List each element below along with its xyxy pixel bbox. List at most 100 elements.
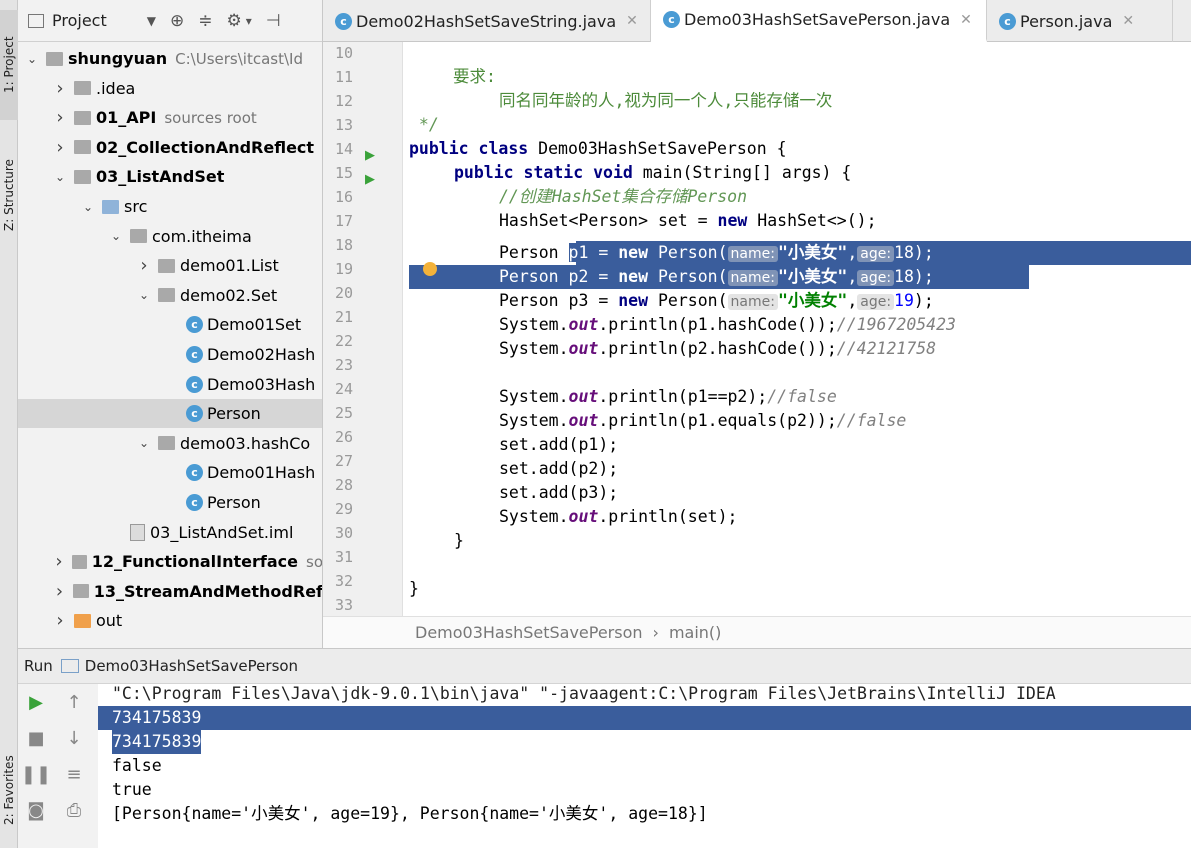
close-icon[interactable]: ✕ bbox=[626, 13, 638, 29]
dump-threads-icon[interactable]: ◙ bbox=[24, 798, 48, 822]
static-field: out bbox=[568, 315, 599, 334]
print-icon[interactable]: ⎙ bbox=[62, 798, 86, 822]
favorites-tool-tab[interactable]: 2: Favorites bbox=[0, 740, 18, 840]
keyword: new bbox=[717, 211, 748, 230]
line-number: 19 bbox=[334, 260, 353, 278]
tree-item[interactable]: ⌄ demo02.Set bbox=[18, 281, 322, 310]
sync-icon[interactable]: ⊕ bbox=[170, 11, 184, 31]
code-text: System. bbox=[499, 411, 569, 430]
soft-wrap-icon[interactable]: ≡ bbox=[62, 762, 86, 786]
tree-item[interactable]: › 02_CollectionAndReflect bbox=[18, 133, 322, 162]
chevron-right-icon[interactable]: › bbox=[52, 551, 66, 572]
run-class-icon[interactable]: ▶ bbox=[365, 148, 375, 163]
folder-icon bbox=[74, 81, 91, 96]
tree-item[interactable]: › 13_StreamAndMethodRef bbox=[18, 577, 323, 606]
chevron-right-icon[interactable]: › bbox=[52, 610, 68, 631]
up-arrow-icon[interactable]: ↑ bbox=[62, 690, 86, 714]
doc-comment: 要求: bbox=[453, 67, 496, 86]
tab-demo03[interactable]: c Demo03HashSetSavePerson.java ✕ bbox=[651, 0, 987, 42]
chevron-down-icon[interactable]: ⌄ bbox=[136, 288, 152, 302]
tree-item[interactable]: ⌄ demo03.hashCo bbox=[18, 429, 322, 458]
folder-icon bbox=[72, 584, 89, 599]
tree-item-label: Demo01Hash bbox=[207, 463, 316, 483]
breadcrumb-method[interactable]: main() bbox=[669, 623, 721, 642]
tree-item[interactable]: ⌄ shungyuan C:\Users\itcast\Id bbox=[18, 44, 322, 73]
breadcrumb: Demo03HashSetSavePerson › main() bbox=[323, 616, 1191, 648]
chevron-right-icon[interactable]: › bbox=[52, 78, 68, 99]
chevron-down-icon[interactable]: ⌄ bbox=[24, 52, 40, 66]
tree-item[interactable]: › 12_FunctionalInterface so bbox=[18, 547, 322, 576]
line-number: 33 bbox=[334, 596, 353, 614]
pause-icon[interactable]: ❚❚ bbox=[21, 762, 51, 786]
tree-item-path: C:\Users\itcast\Id bbox=[175, 49, 303, 68]
run-label[interactable]: Run bbox=[24, 657, 53, 675]
tab-demo02[interactable]: c Demo02HashSetSaveString.java ✕ bbox=[323, 0, 651, 42]
chevron-down-icon[interactable]: ⌄ bbox=[136, 436, 152, 450]
run-main-icon[interactable]: ▶ bbox=[365, 172, 375, 187]
chevron-down-icon[interactable]: ⌄ bbox=[108, 229, 124, 243]
tree-item[interactable]: c Person bbox=[18, 488, 322, 517]
run-config-name[interactable]: Demo03HashSetSavePerson bbox=[85, 657, 298, 675]
code-text: ); bbox=[913, 267, 934, 286]
chevron-right-icon[interactable]: › bbox=[52, 581, 67, 602]
console-selection bbox=[98, 706, 1191, 730]
source-folder-icon bbox=[102, 199, 119, 214]
tree-item[interactable]: › .idea bbox=[18, 74, 322, 103]
tree-item-label: 03_ListAndSet bbox=[96, 167, 225, 187]
chevron-right-icon[interactable]: › bbox=[136, 255, 152, 276]
tree-item[interactable]: › demo01.List bbox=[18, 251, 322, 280]
down-arrow-icon[interactable]: ↓ bbox=[62, 726, 86, 750]
project-view-icon bbox=[28, 13, 44, 28]
console-line: 734175839 bbox=[112, 730, 202, 754]
code-editor[interactable]: 10 11 12 13 14 15 16 17 18 19 20 21 22 23 24 25 26 27 28 29… bbox=[323, 42, 1191, 616]
chevron-down-icon[interactable]: ⌄ bbox=[80, 200, 96, 214]
tree-item[interactable]: c Demo01Set bbox=[18, 310, 322, 339]
structure-tool-tab[interactable]: Z: Structure bbox=[0, 135, 18, 255]
gear-icon[interactable]: ⚙ bbox=[226, 11, 241, 31]
close-icon[interactable]: ✕ bbox=[1122, 13, 1134, 29]
hide-panel-icon[interactable]: ⊣ bbox=[266, 11, 281, 31]
rerun-icon[interactable]: ▶ bbox=[24, 690, 48, 714]
tree-item[interactable]: 03_ListAndSet.iml bbox=[18, 518, 322, 547]
line-number: 17 bbox=[334, 212, 353, 230]
tree-item[interactable]: c Demo02Hash bbox=[18, 340, 322, 369]
tree-item-label: shungyuan bbox=[68, 49, 168, 68]
folder-icon bbox=[71, 554, 87, 569]
doc-comment: 同名同年龄的人,视为同一个人,只能存储一次 bbox=[499, 91, 833, 110]
breadcrumb-class[interactable]: Demo03HashSetSavePerson bbox=[415, 623, 643, 642]
lightbulb-icon[interactable] bbox=[423, 262, 437, 276]
tree-item[interactable]: ⌄ 03_ListAndSet bbox=[18, 162, 322, 191]
folder-icon bbox=[130, 229, 147, 244]
tree-item[interactable]: › out bbox=[18, 606, 322, 635]
console-line: "C:\Program Files\Java\jdk-9.0.1\bin\jav… bbox=[112, 684, 1056, 703]
collapse-icon[interactable]: ≑ bbox=[198, 11, 212, 31]
tab-person[interactable]: c Person.java ✕ bbox=[987, 0, 1173, 42]
tree-item[interactable]: ⌄ src bbox=[18, 192, 322, 221]
project-tool-tab[interactable]: 1: Project bbox=[0, 10, 18, 120]
stop-icon[interactable]: ■ bbox=[24, 726, 48, 750]
close-icon[interactable]: ✕ bbox=[960, 12, 972, 28]
dropdown-arrow-icon[interactable]: ▼ bbox=[147, 14, 156, 28]
tree-item-label: 13_StreamAndMethodRef bbox=[93, 581, 323, 601]
tree-item[interactable]: c Demo03Hash bbox=[18, 370, 322, 399]
tab-label: Demo02HashSetSaveString.java bbox=[356, 11, 617, 31]
tree-item-path: sources root bbox=[164, 108, 257, 127]
tree-item-label: 02_CollectionAndReflect bbox=[96, 137, 315, 157]
code-text: Person( bbox=[648, 291, 728, 310]
folder-icon bbox=[74, 110, 91, 125]
console-line: [Person{name='小美女', age=19}, Person{name… bbox=[112, 804, 708, 823]
gear-dropdown-icon[interactable]: ▾ bbox=[246, 14, 252, 28]
chevron-down-icon[interactable]: ⌄ bbox=[52, 170, 68, 184]
tree-item[interactable]: ⌄ com.itheima bbox=[18, 222, 322, 251]
breadcrumb-separator: › bbox=[652, 623, 659, 642]
project-panel-title[interactable]: Project bbox=[52, 11, 107, 30]
tree-item[interactable]: c Demo01Hash bbox=[18, 458, 322, 487]
project-panel: Project ▼ ⊕ ≑ ⚙ ▾ ⊣ ⌄ shungyuan C:\Users\i… bbox=[18, 0, 323, 648]
tree-item[interactable]: › 01_API sources root bbox=[18, 103, 322, 132]
editor-tabs: c Demo02HashSetSaveString.java ✕ c Demo0… bbox=[323, 0, 1191, 42]
chevron-right-icon[interactable]: › bbox=[52, 137, 68, 158]
module-file-icon bbox=[130, 523, 145, 541]
console-output[interactable]: "C:\Program Files\Java\jdk-9.0.1\bin\jav… bbox=[98, 684, 1191, 848]
chevron-right-icon[interactable]: › bbox=[52, 107, 68, 128]
tree-item[interactable]: c Person bbox=[18, 399, 322, 429]
